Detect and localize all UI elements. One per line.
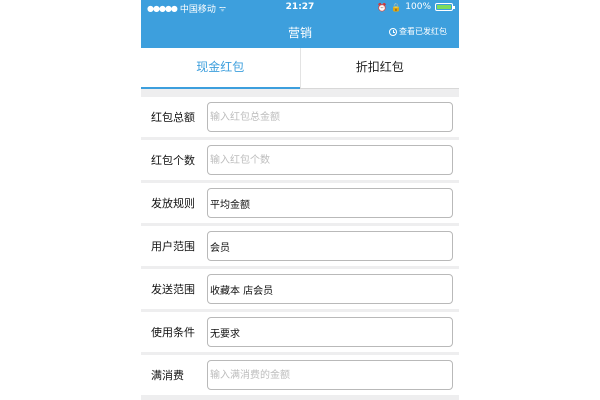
user-scope-field[interactable] [207,231,453,261]
user-scope-label: 用户范围 [151,240,195,253]
form-row-count: 红包个数 [141,140,459,180]
count-input[interactable] [207,145,453,175]
clock-icon [389,27,397,36]
tab-cash-redpacket[interactable]: 现金红包 [141,48,300,89]
form-row-distribution-rule: 发放规则 [141,183,459,223]
usage-condition-field[interactable] [207,317,453,347]
view-sent-redpackets-link[interactable]: 查看已发红包 [389,26,447,37]
status-bar: ●●●●● 中国移动 ᯤ 21:27 ⏰ 🔒 100% [141,0,459,16]
alarm-icon: ⏰ [377,2,388,12]
distribution-rule-label: 发放规则 [151,197,195,210]
total-amount-label: 红包总额 [151,111,195,124]
send-scope-field[interactable] [207,274,453,304]
usage-condition-label: 使用条件 [151,326,195,339]
phone-screen: ●●●●● 中国移动 ᯤ 21:27 ⏰ 🔒 100% 营销 查看已发红包 现金… [141,0,459,400]
form-row-total-amount: 红包总额 [141,97,459,137]
send-scope-label: 发送范围 [151,283,195,296]
min-spend-label: 满消费 [151,369,184,382]
redpacket-form: 红包总额 红包个数 发放规则 用户范围 发送范围 使用条件 满消费 [141,89,459,400]
form-row-usage-condition: 使用条件 [141,312,459,352]
battery-icon [435,3,455,11]
min-spend-input[interactable] [207,360,453,390]
total-amount-input[interactable] [207,102,453,132]
form-row-min-spend: 满消费 [141,355,459,395]
tab-discount-redpacket[interactable]: 折扣红包 [299,48,460,88]
form-row-user-scope: 用户范围 [141,226,459,266]
battery-percent: 100% [405,2,431,12]
status-right: ⏰ 🔒 100% [377,2,455,12]
lock-icon: 🔒 [391,2,402,12]
tab-bar: 现金红包 折扣红包 [141,48,459,89]
nav-bar: 营销 查看已发红包 [141,16,459,48]
app-header: ●●●●● 中国移动 ᯤ 21:27 ⏰ 🔒 100% 营销 查看已发红包 [141,0,459,48]
form-row-send-scope: 发送范围 [141,269,459,309]
distribution-rule-field[interactable] [207,188,453,218]
view-sent-redpackets-label: 查看已发红包 [399,27,447,36]
count-label: 红包个数 [151,154,195,167]
